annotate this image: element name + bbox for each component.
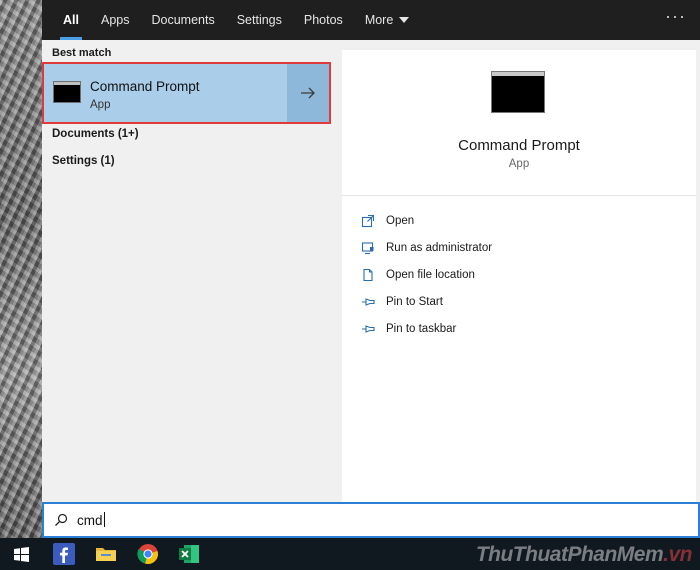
action-pin-to-start-label: Pin to Start <box>386 296 443 308</box>
excel-icon <box>179 545 199 563</box>
preview-subtitle: App <box>508 158 530 170</box>
text-cursor <box>103 512 105 527</box>
action-open-label: Open <box>386 215 415 227</box>
action-pin-to-taskbar[interactable]: Pin to taskbar <box>360 320 456 338</box>
tab-all[interactable]: All <box>52 0 90 40</box>
shield-icon <box>360 240 376 256</box>
tab-photos[interactable]: Photos <box>293 0 354 40</box>
watermark-brand: ThuThuatPhanMem <box>475 543 664 566</box>
watermark-tld: .vn <box>663 543 692 566</box>
command-prompt-icon <box>53 81 81 103</box>
documents-group[interactable]: Documents (1+) <box>52 128 139 140</box>
chrome-icon <box>137 544 158 564</box>
tab-more[interactable]: More <box>354 0 420 40</box>
tab-all-label: All <box>63 13 79 27</box>
tab-documents[interactable]: Documents <box>140 0 225 40</box>
taskbar-facebook[interactable] <box>52 542 76 566</box>
best-match-title: Command Prompt <box>90 79 200 94</box>
action-run-as-administrator[interactable]: Run as administrator <box>360 239 492 257</box>
chevron-down-icon <box>399 17 410 23</box>
search-icon <box>55 513 68 526</box>
start-button[interactable] <box>9 542 33 566</box>
action-pin-to-start[interactable]: Pin to Start <box>360 293 443 311</box>
best-match-heading: Best match <box>52 47 112 59</box>
taskbar-excel[interactable] <box>177 542 201 566</box>
taskbar-chrome[interactable] <box>136 542 160 566</box>
best-match-subtitle: App <box>90 99 111 111</box>
action-run-as-administrator-label: Run as administrator <box>386 242 493 254</box>
action-open-file-location[interactable]: Open file location <box>360 266 475 284</box>
tab-photos-label: Photos <box>303 13 343 27</box>
pin-icon <box>360 294 376 310</box>
file-location-icon <box>360 267 376 283</box>
tab-more-label: More <box>364 13 394 27</box>
action-pin-to-taskbar-label: Pin to taskbar <box>386 323 457 335</box>
best-match-item[interactable]: Command Prompt App <box>44 64 293 122</box>
search-query-text: cmd <box>77 513 103 528</box>
settings-group[interactable]: Settings (1) <box>52 155 115 167</box>
taskbar-file-explorer[interactable] <box>94 542 118 566</box>
watermark-logo: ThuThuatPhanMem.vn <box>475 543 693 567</box>
windows-icon <box>13 546 29 562</box>
action-open-file-location-label: Open file location <box>386 269 475 281</box>
best-match-highlight: Command Prompt App <box>42 62 331 124</box>
desktop-background <box>0 0 42 538</box>
taskbar: ThuThuatPhanMem.vn <box>0 538 700 570</box>
tab-apps[interactable]: Apps <box>90 0 141 40</box>
search-panel: All Apps Documents Settings Photos More … <box>42 0 700 538</box>
tab-settings[interactable]: Settings <box>226 0 293 40</box>
preview-pane: Command Prompt App Open Run as administr… <box>342 50 696 502</box>
arrow-right-icon <box>301 87 315 99</box>
search-input-value: cmd <box>77 512 105 528</box>
command-prompt-icon <box>491 71 545 113</box>
preview-header: Command Prompt App <box>342 50 696 196</box>
search-input[interactable]: cmd <box>42 502 700 538</box>
search-tab-bar: All Apps Documents Settings Photos More … <box>42 0 700 40</box>
facebook-icon <box>53 543 75 565</box>
tab-settings-label: Settings <box>236 13 282 27</box>
preview-title: Command Prompt <box>458 137 580 154</box>
pin-icon <box>360 321 376 337</box>
more-options-button[interactable]: ··· <box>665 6 686 27</box>
open-icon <box>360 213 376 229</box>
action-open[interactable]: Open <box>360 212 414 230</box>
tab-apps-label: Apps <box>100 13 130 27</box>
expand-details-button[interactable] <box>287 64 329 122</box>
folder-icon <box>96 548 116 561</box>
tab-documents-label: Documents <box>151 13 215 27</box>
